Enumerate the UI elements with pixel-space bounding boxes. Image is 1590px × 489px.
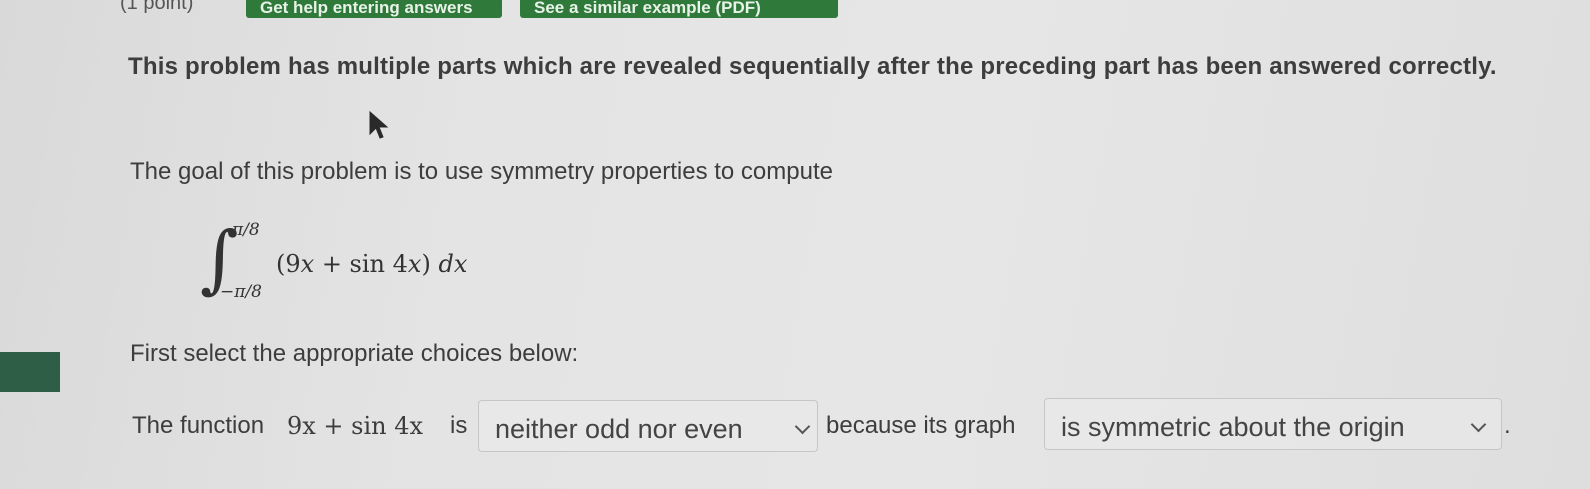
- help-entering-answers-button[interactable]: Get help entering answers: [246, 0, 502, 18]
- differential: dx: [438, 250, 468, 278]
- parity-select[interactable]: neither odd nor even: [478, 400, 818, 452]
- integral-lower-limit: −π/8: [220, 282, 262, 302]
- is-text: is: [450, 412, 468, 439]
- because-text: because its graph: [826, 412, 1016, 439]
- instruction-text: First select the appropriate choices bel…: [130, 340, 579, 367]
- similar-example-button[interactable]: See a similar example (PDF): [520, 0, 838, 18]
- chevron-down-icon: [1470, 416, 1487, 433]
- function-expression: 9x + sin 4x: [287, 412, 424, 440]
- mouse-pointer-icon: [369, 110, 389, 139]
- integrand: (9x + sin 4x) dx: [276, 250, 468, 278]
- integral-expression: ∫ π/8 −π/8 (9x + sin 4x) dx: [198, 216, 598, 310]
- problem-intro: This problem has multiple parts which ar…: [128, 53, 1497, 80]
- problem-goal: The goal of this problem is to use symme…: [130, 158, 833, 185]
- side-marker: [0, 352, 60, 392]
- chevron-down-icon: [794, 418, 811, 435]
- parity-select-value: neither odd nor even: [495, 414, 743, 444]
- end-punctuation: .: [1504, 412, 1511, 439]
- points-label: (1 point): [120, 0, 194, 14]
- integral-upper-limit: π/8: [232, 220, 260, 240]
- symmetry-select-value: is symmetric about the origin: [1061, 412, 1405, 442]
- symmetry-select[interactable]: is symmetric about the origin: [1044, 398, 1502, 450]
- answer-prefix: The function: [132, 412, 265, 439]
